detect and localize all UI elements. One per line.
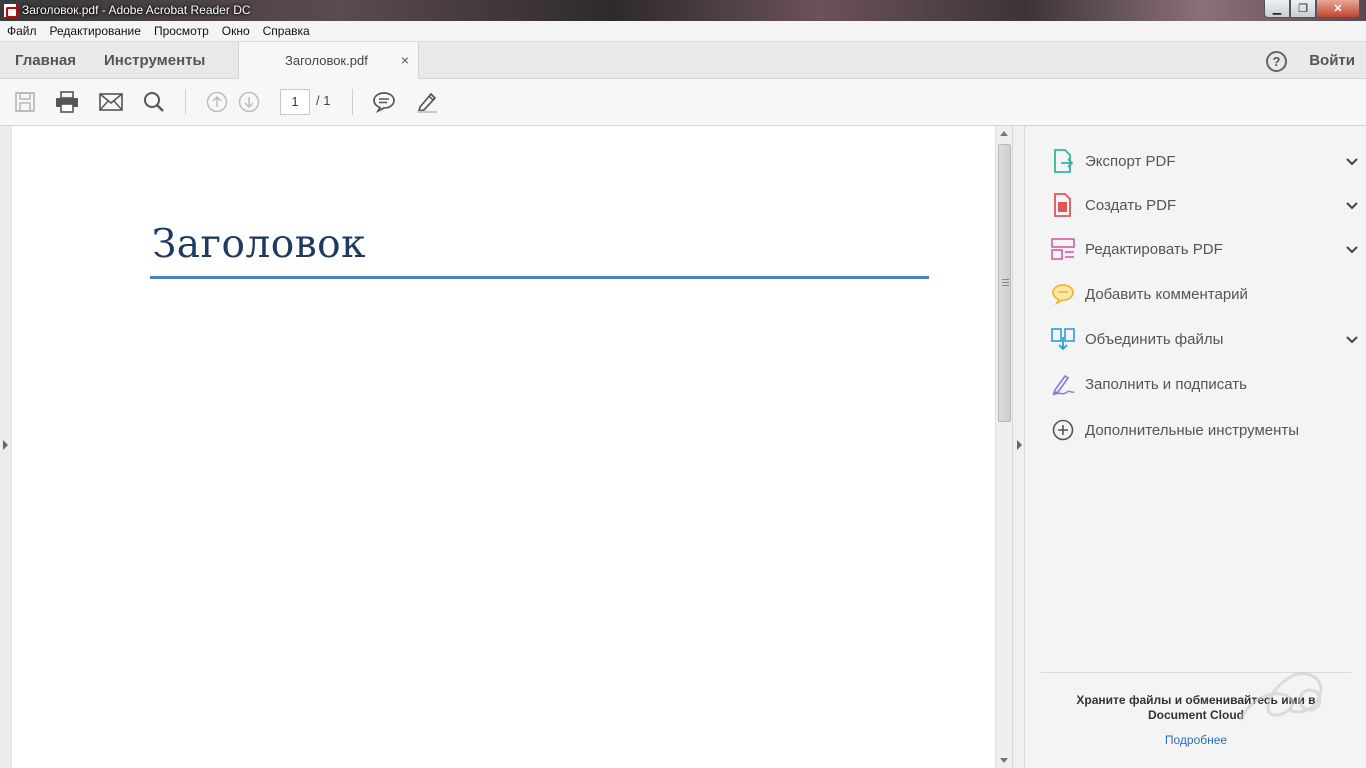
tool-export-pdf[interactable]: Экспорт PDF bbox=[1051, 146, 1358, 176]
window-title-bar: Заголовок.pdf - Adobe Acrobat Reader DC … bbox=[0, 0, 1366, 21]
page-number-input[interactable]: 1 bbox=[280, 89, 310, 115]
menu-view[interactable]: Просмотр bbox=[154, 24, 209, 38]
sign-in-button[interactable]: Войти bbox=[1309, 52, 1355, 69]
scrollbar-thumb[interactable] bbox=[998, 144, 1011, 422]
expand-left-arrow-icon bbox=[3, 440, 8, 450]
left-panel-toggle[interactable] bbox=[0, 126, 12, 768]
save-icon[interactable] bbox=[13, 90, 37, 114]
pdf-page: Заголовок bbox=[12, 126, 995, 768]
collapse-right-panel-arrow-icon bbox=[1017, 440, 1022, 450]
menu-window[interactable]: Окно bbox=[222, 24, 250, 38]
document-tab-label: Заголовок.pdf bbox=[285, 53, 368, 68]
help-icon[interactable]: ? bbox=[1266, 51, 1287, 72]
scroll-up-arrow-icon[interactable] bbox=[1000, 131, 1008, 136]
right-panel-toggle[interactable] bbox=[1012, 126, 1025, 768]
menu-bar: Файл Редактирование Просмотр Окно Справк… bbox=[0, 21, 1366, 42]
window-title: Заголовок.pdf - Adobe Acrobat Reader DC bbox=[22, 3, 251, 17]
menu-file[interactable]: Файл bbox=[7, 24, 37, 38]
tool-combine-files[interactable]: Объединить файлы bbox=[1051, 324, 1358, 354]
export-pdf-icon bbox=[1051, 149, 1075, 173]
heading-underline bbox=[150, 276, 929, 279]
create-pdf-icon bbox=[1051, 193, 1075, 217]
tool-label: Создать PDF bbox=[1085, 196, 1177, 214]
toolbar: 1 / 1 bbox=[0, 79, 1366, 126]
chevron-down-icon[interactable] bbox=[1345, 242, 1359, 260]
tab-tools[interactable]: Инструменты bbox=[104, 52, 205, 69]
document-viewer[interactable]: Заголовок bbox=[0, 126, 1012, 768]
chevron-down-icon[interactable] bbox=[1345, 154, 1359, 172]
tool-create-pdf[interactable]: Создать PDF bbox=[1051, 190, 1358, 220]
tab-document[interactable]: Заголовок.pdf × bbox=[238, 42, 419, 79]
tab-home[interactable]: Главная bbox=[15, 52, 76, 69]
tool-more-tools[interactable]: Дополнительные инструменты bbox=[1051, 415, 1351, 445]
acrobat-app-icon bbox=[3, 3, 18, 18]
tool-add-comment[interactable]: Добавить комментарий bbox=[1051, 279, 1351, 309]
menu-help[interactable]: Справка bbox=[263, 24, 310, 38]
combine-files-icon bbox=[1051, 327, 1075, 351]
chevron-down-icon[interactable] bbox=[1345, 198, 1359, 216]
page-up-icon[interactable] bbox=[205, 90, 229, 114]
maximize-button[interactable]: ❐ bbox=[1290, 0, 1316, 18]
tool-label: Редактировать PDF bbox=[1085, 240, 1223, 258]
edit-pdf-icon bbox=[1051, 237, 1075, 261]
tool-label: Экспорт PDF bbox=[1085, 152, 1176, 170]
print-icon[interactable] bbox=[55, 90, 79, 114]
window-controls: ▁ ❐ ✕ bbox=[1264, 0, 1360, 18]
sovet-logo-watermark bbox=[1238, 672, 1323, 721]
close-tab-icon[interactable]: × bbox=[401, 52, 409, 68]
more-tools-icon bbox=[1051, 418, 1075, 442]
comment-icon bbox=[1051, 282, 1075, 306]
highlight-pen-icon[interactable] bbox=[415, 90, 439, 114]
fill-sign-icon bbox=[1051, 372, 1075, 396]
vertical-scrollbar[interactable] bbox=[995, 126, 1012, 768]
page-down-icon[interactable] bbox=[237, 90, 261, 114]
menu-edit[interactable]: Редактирование bbox=[50, 24, 141, 38]
scroll-down-arrow-icon[interactable] bbox=[1000, 758, 1008, 763]
tool-label: Добавить комментарий bbox=[1085, 285, 1248, 303]
tool-fill-sign[interactable]: Заполнить и подписать bbox=[1051, 369, 1351, 399]
tool-label: Дополнительные инструменты bbox=[1085, 421, 1300, 439]
tool-edit-pdf[interactable]: Редактировать PDF bbox=[1051, 234, 1358, 264]
toolbar-separator bbox=[352, 89, 353, 115]
page-total: / 1 bbox=[316, 93, 331, 108]
search-icon[interactable] bbox=[142, 90, 166, 114]
document-heading: Заголовок bbox=[152, 222, 367, 267]
comment-icon[interactable] bbox=[372, 90, 396, 114]
toolbar-separator bbox=[185, 89, 186, 115]
close-window-button[interactable]: ✕ bbox=[1316, 0, 1360, 18]
minimize-button[interactable]: ▁ bbox=[1264, 0, 1290, 18]
chevron-down-icon[interactable] bbox=[1345, 332, 1359, 350]
tab-bar: Главная Инструменты Заголовок.pdf × ? Во… bbox=[0, 42, 1366, 79]
scrollbar-grip-icon bbox=[1002, 279, 1009, 286]
email-icon[interactable] bbox=[99, 90, 123, 114]
tool-label: Заполнить и подписать bbox=[1085, 375, 1247, 393]
tool-label: Объединить файлы bbox=[1085, 330, 1224, 348]
